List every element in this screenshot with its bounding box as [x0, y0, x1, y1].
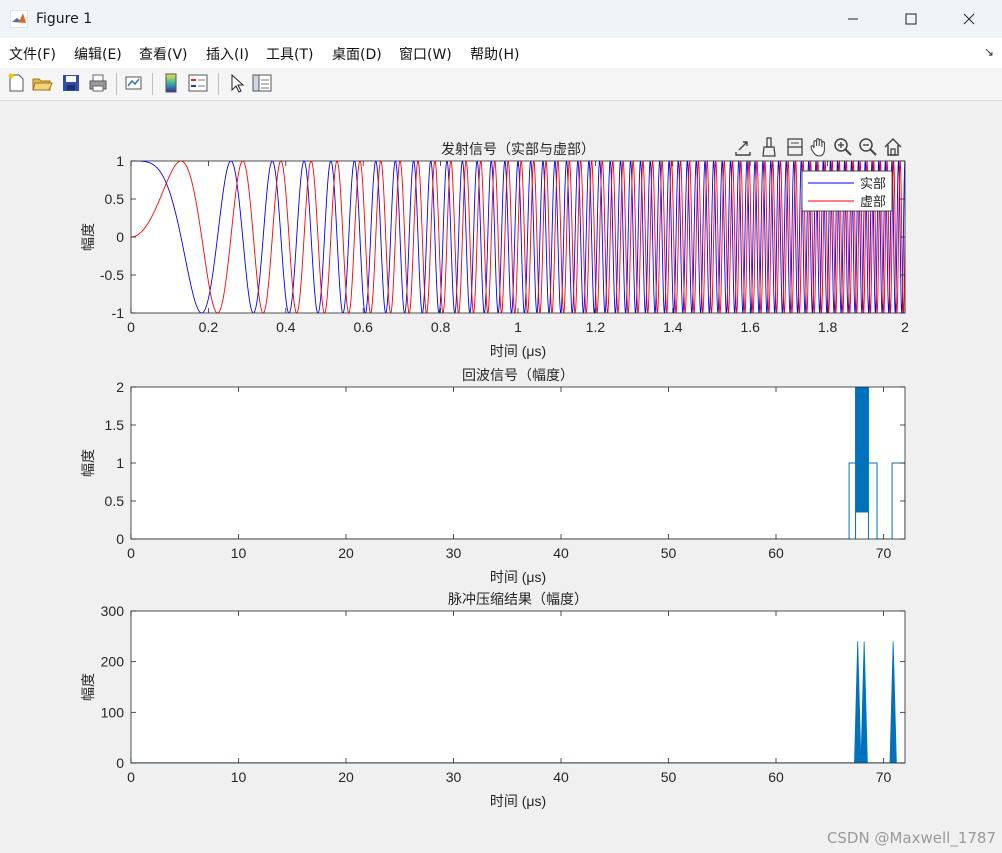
- maximize-icon: [905, 13, 917, 25]
- menu-window[interactable]: 窗口(W): [399, 44, 452, 64]
- toolbar: [0, 68, 1002, 101]
- title-bar: Figure 1: [0, 0, 1002, 38]
- insert-legend-icon[interactable]: [187, 72, 209, 94]
- window-title: Figure 1: [36, 11, 93, 27]
- property-inspector-icon[interactable]: [251, 72, 273, 94]
- dock-arrow-icon[interactable]: ↘: [984, 45, 994, 59]
- link-plot-icon[interactable]: [123, 72, 145, 94]
- close-icon: [963, 13, 975, 25]
- menu-view[interactable]: 查看(V): [139, 44, 188, 64]
- minimize-icon: [848, 18, 858, 20]
- open-file-icon[interactable]: [31, 72, 53, 94]
- zoom-in-icon[interactable]: [832, 136, 854, 158]
- datatip-icon[interactable]: [784, 136, 806, 158]
- watermark: CSDN @Maxwell_1787: [826, 829, 996, 847]
- toolbar-separator: [218, 73, 219, 95]
- menu-desktop[interactable]: 桌面(D): [332, 44, 382, 64]
- matlab-logo-icon: [10, 10, 28, 28]
- menu-tools[interactable]: 工具(T): [266, 44, 313, 64]
- save-icon[interactable]: [60, 72, 82, 94]
- print-icon[interactable]: [87, 72, 109, 94]
- menu-edit[interactable]: 编辑(E): [74, 44, 122, 64]
- home-icon[interactable]: [882, 136, 904, 158]
- brush-icon[interactable]: [758, 136, 780, 158]
- toolbar-separator: [116, 73, 117, 95]
- export-icon[interactable]: [732, 136, 754, 158]
- zoom-out-icon[interactable]: [857, 136, 879, 158]
- menu-bar: 文件(F) 编辑(E) 查看(V) 插入(I) 工具(T) 桌面(D) 窗口(W…: [0, 38, 1002, 69]
- close-button[interactable]: [946, 4, 992, 34]
- pan-icon[interactable]: [808, 136, 830, 158]
- edit-plot-icon[interactable]: [226, 72, 248, 94]
- menu-file[interactable]: 文件(F): [9, 44, 56, 64]
- new-figure-icon[interactable]: [5, 72, 27, 94]
- minimize-button[interactable]: [830, 4, 876, 34]
- menu-help[interactable]: 帮助(H): [470, 44, 519, 64]
- figure-canvas[interactable]: [0, 101, 1002, 853]
- maximize-button[interactable]: [888, 4, 934, 34]
- menu-insert[interactable]: 插入(I): [206, 44, 249, 64]
- toolbar-separator: [152, 73, 153, 95]
- insert-colorbar-icon[interactable]: [160, 72, 182, 94]
